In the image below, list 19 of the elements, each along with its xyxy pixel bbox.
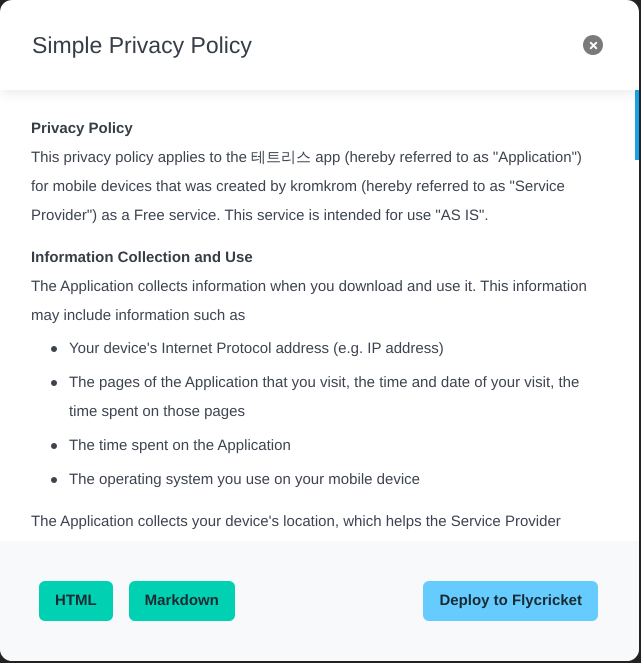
modal-title: Simple Privacy Policy — [32, 30, 252, 60]
section-heading: Privacy Policy — [31, 119, 134, 139]
scrollbar-thumb[interactable] — [635, 90, 639, 160]
download-button[interactable]: HTML — [39, 581, 113, 621]
body-paragraph: The Application collects information when you download and use it. This information may include information such as — [31, 277, 588, 326]
bullet-icon — [51, 443, 57, 449]
bullet-icon — [51, 477, 57, 483]
list-item: The time spent on the Application — [69, 436, 291, 456]
body-paragraph: This privacy policy applies to the 테트리스 app (hereby referred to as "Application") for mobile devices that was created by kromkrom (hereby referred to as "Service Provider") as a Free service. This service is intended for use "AS IS". — [31, 148, 583, 226]
bullet-icon — [51, 346, 57, 352]
section-heading: Information Collection and Use — [31, 248, 254, 268]
body-paragraph: The Application collects your device's location, which helps the Service Provider — [31, 512, 562, 532]
list-item: Your device's Internet Protocol address (e.g. IP address) — [69, 339, 444, 359]
download-button[interactable]: Markdown — [128, 581, 235, 621]
list-item: The operating system you use on your mobile device — [69, 470, 420, 490]
deploy-button[interactable]: Deploy to Flycricket — [423, 581, 598, 621]
close-icon[interactable] — [583, 35, 603, 55]
list-item: The pages of the Application that you visit, the time and date of your visit, the time spent on those pages — [69, 373, 580, 422]
bullet-icon — [51, 380, 57, 386]
